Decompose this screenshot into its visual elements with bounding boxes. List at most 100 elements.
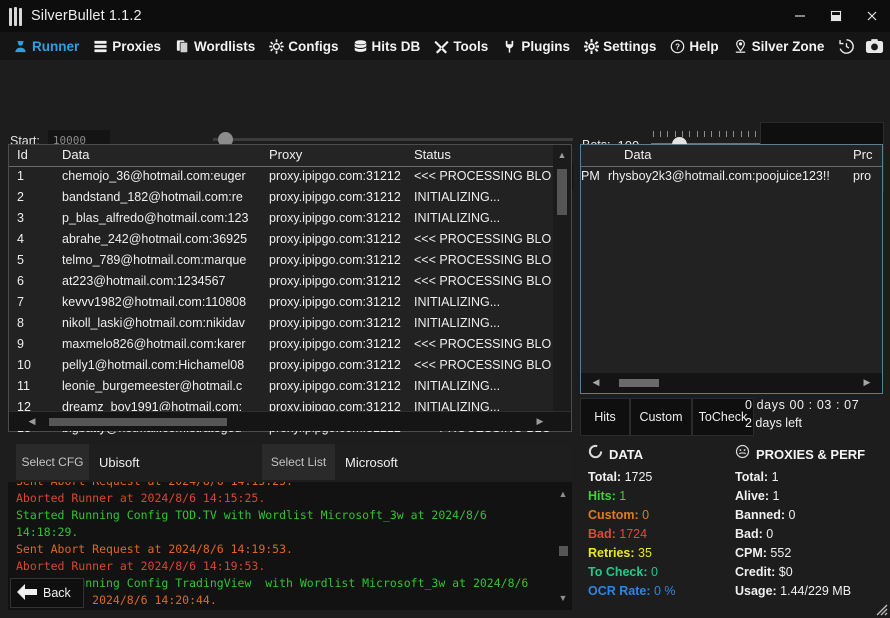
nav-item-tools[interactable]: Tools: [427, 32, 495, 60]
stat-key: Total:: [735, 470, 768, 484]
scroll-up-icon[interactable]: ▲: [554, 486, 572, 502]
stat-value: 1724: [616, 527, 647, 541]
stat-row: Total: 1: [735, 468, 865, 487]
hits-table[interactable]: Data Prc PMrhysboy2k3@hotmail.com:poojui…: [580, 144, 883, 394]
row-proxy: proxy.ipipgo.com:31212: [269, 253, 409, 267]
nav-label: Configs: [288, 39, 338, 54]
scroll-up-icon[interactable]: ▲: [553, 147, 571, 163]
nav-item-settings[interactable]: Settings: [577, 32, 663, 60]
stat-key: Total:: [588, 470, 621, 484]
proxies-stats-title: PROXIES & PERF: [756, 447, 865, 462]
row-proxy: proxy.ipipgo.com:31212: [269, 337, 409, 351]
nav-label: Silver Zone: [752, 39, 825, 54]
row-proxy: proxy.ipipgo.com:31212: [269, 316, 409, 330]
stats-panel: DATA Total: 1725Hits: 1Custom: 0Bad: 172…: [580, 444, 890, 618]
select-cfg-button[interactable]: Select CFG: [16, 444, 89, 480]
stat-key: Alive:: [735, 489, 769, 503]
tab-label: ToCheck: [699, 410, 748, 424]
row-status: INITIALIZING...: [414, 295, 554, 309]
select-list-button[interactable]: Select List: [262, 444, 335, 480]
table-row[interactable]: 6at223@hotmail.com:1234567proxy.ipipgo.c…: [9, 272, 571, 293]
minimize-icon[interactable]: [782, 0, 818, 32]
maximize-icon[interactable]: [818, 0, 854, 32]
row-status: INITIALIZING...: [414, 379, 554, 393]
stat-row: Custom: 0: [588, 506, 676, 525]
nav-label: Runner: [32, 39, 79, 54]
nav-item-proxies[interactable]: Proxies: [86, 32, 168, 60]
runner-data-table[interactable]: Id Data Proxy Status 1chemojo_36@hotmail…: [8, 144, 572, 432]
scroll-down-icon[interactable]: ▼: [554, 590, 572, 606]
table-row[interactable]: 2bandstand_182@hotmail.com:reproxy.ipipg…: [9, 188, 571, 209]
camera-icon[interactable]: [863, 35, 885, 57]
nav-item-hits-db[interactable]: Hits DB: [346, 32, 428, 60]
column-header-id[interactable]: Id: [17, 147, 28, 162]
resize-grip[interactable]: [874, 602, 888, 616]
data-stats-header: DATA: [588, 444, 676, 464]
table-row[interactable]: 7kevvv1982@hotmail.com:110808proxy.ipipg…: [9, 293, 571, 314]
table-row[interactable]: 1chemojo_36@hotmail.com:eugerproxy.ipipg…: [9, 167, 571, 188]
history-icon[interactable]: [835, 35, 857, 57]
back-button[interactable]: Back: [10, 578, 84, 608]
row-proxy: proxy.ipipgo.com:31212: [269, 169, 409, 183]
nav-label: Help: [689, 39, 718, 54]
row-id: 10: [17, 358, 31, 372]
nav-item-plugins[interactable]: Plugins: [495, 32, 577, 60]
column-header-data[interactable]: Data: [624, 147, 651, 162]
stat-key: To Check:: [588, 565, 648, 579]
stat-value: 0: [639, 508, 649, 522]
scroll-right-icon[interactable]: ▶: [531, 412, 549, 431]
nav-item-configs[interactable]: Configs: [262, 32, 345, 60]
table-row[interactable]: 5telmo_789@hotmail.com:marqueproxy.ipipg…: [9, 251, 571, 272]
table-horizontal-scrollbar[interactable]: ◀ ▶: [9, 411, 571, 431]
silverbullet-window: SilverBullet 1.1.2 Runner Proxies: [0, 0, 890, 618]
nav-item-wordlists[interactable]: Wordlists: [168, 32, 262, 60]
row-id: 9: [17, 337, 24, 351]
stat-value: 552: [767, 546, 791, 560]
scroll-left-icon[interactable]: ◀: [23, 412, 41, 431]
scroll-right-icon[interactable]: ▶: [858, 373, 876, 392]
nav-item-help[interactable]: ? Help: [663, 32, 725, 60]
column-header-proxy[interactable]: Proxy: [269, 147, 409, 162]
row-status: <<< PROCESSING BLO: [414, 337, 554, 351]
column-header-data[interactable]: Data: [62, 147, 264, 162]
table-row[interactable]: 11leonie_burgemeester@hotmail.cproxy.ipi…: [9, 377, 571, 398]
stat-value: 0: [785, 508, 795, 522]
table-row[interactable]: 8nikoll_laski@hotmail.com:nikidavproxy.i…: [9, 314, 571, 335]
data-circle-icon: [588, 444, 603, 464]
nav-item-runner[interactable]: Runner: [6, 32, 86, 60]
data-stats: DATA Total: 1725Hits: 1Custom: 0Bad: 172…: [588, 444, 676, 601]
hscrollbar-thumb[interactable]: [619, 379, 659, 387]
row-proxy: proxy.ipipgo.com:31212: [269, 295, 409, 309]
scrollbar-thumb[interactable]: [557, 169, 567, 215]
row-data: at223@hotmail.com:1234567: [62, 274, 264, 288]
nav-item-silver-zone[interactable]: Silver Zone: [726, 32, 832, 60]
row-data: p_blas_alfredo@hotmail.com:123: [62, 211, 264, 225]
scrollbar-thumb[interactable]: [559, 546, 568, 556]
hits-horizontal-scrollbar[interactable]: ◀ ▶: [581, 373, 882, 393]
table-vertical-scrollbar[interactable]: ▲ ▼: [553, 145, 571, 431]
column-header-status[interactable]: Status: [414, 147, 554, 162]
hscrollbar-thumb[interactable]: [49, 418, 227, 426]
row-data: chemojo_36@hotmail.com:euger: [62, 169, 264, 183]
table-row[interactable]: 4abrahe_242@hotmail.com:36925proxy.ipipg…: [9, 230, 571, 251]
hits-table-row[interactable]: PMrhysboy2k3@hotmail.com:poojuice123!!pr…: [581, 167, 882, 188]
stat-value: 1: [768, 470, 778, 484]
table-row[interactable]: 9maxmelo826@hotmail.com:karerproxy.ipipg…: [9, 335, 571, 356]
row-status: INITIALIZING...: [414, 316, 554, 330]
tab-hits[interactable]: Hits: [580, 398, 630, 436]
stat-row: Alive: 1: [735, 487, 865, 506]
log-line: Aborted Runner at 2024/8/6 14:19:53.: [8, 558, 572, 575]
tab-custom[interactable]: Custom: [630, 398, 692, 436]
column-header-prc[interactable]: Prc: [853, 147, 873, 162]
row-data: kevvv1982@hotmail.com:110808: [62, 295, 264, 309]
table-row[interactable]: 3p_blas_alfredo@hotmail.com:123proxy.ipi…: [9, 209, 571, 230]
scroll-left-icon[interactable]: ◀: [587, 373, 605, 392]
row-id: 3: [17, 211, 24, 225]
stat-key: Bad:: [588, 527, 616, 541]
table-row[interactable]: 10pelly1@hotmail.com:Hichamel08proxy.ipi…: [9, 356, 571, 377]
data-stats-title: DATA: [609, 447, 643, 462]
log-scrollbar[interactable]: ▲ ▼: [554, 482, 572, 610]
row-proxy: proxy.ipipgo.com:31212: [269, 274, 409, 288]
close-icon[interactable]: [854, 0, 890, 32]
log-panel[interactable]: Sent Abort Request at 2024/8/6 14:15:25.…: [8, 482, 572, 610]
